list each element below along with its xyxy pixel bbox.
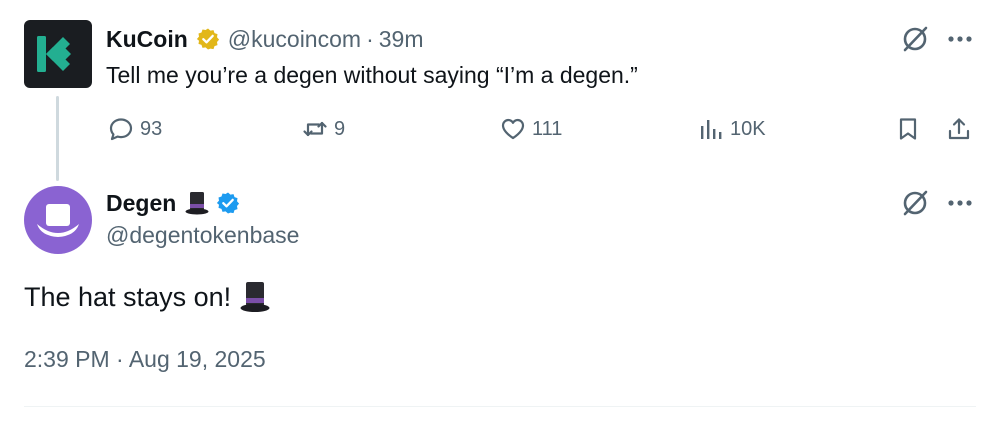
more-icon[interactable] xyxy=(946,24,974,54)
like-count: 111 xyxy=(532,117,563,140)
views-button[interactable]: 10K xyxy=(698,114,766,144)
author-handle[interactable]: @kucoincom xyxy=(228,26,361,53)
author-name[interactable]: Degen xyxy=(106,190,176,217)
gold-verified-badge-icon[interactable] xyxy=(196,27,220,51)
author-handle[interactable]: @degentokenbase xyxy=(106,222,299,249)
degen-hat-icon xyxy=(37,204,79,237)
more-icon[interactable] xyxy=(946,188,974,218)
tweet-text-row: The hat stays on! xyxy=(24,280,271,314)
divider xyxy=(24,406,976,407)
repost-button[interactable]: 9 xyxy=(302,114,345,144)
tweet-time[interactable]: 39m xyxy=(379,26,424,53)
tweet-text: The hat stays on! xyxy=(24,281,232,312)
tweet1-top-right xyxy=(900,24,974,54)
reply-count: 93 xyxy=(140,117,163,140)
tweet1-header: KuCoin @kucoincom · 39m xyxy=(106,24,423,54)
share-button[interactable] xyxy=(946,114,972,144)
bookmark-button[interactable] xyxy=(895,114,921,144)
heart-icon xyxy=(501,118,525,140)
share-icon xyxy=(948,118,970,140)
grok-icon[interactable] xyxy=(900,24,930,54)
repost-icon xyxy=(303,121,327,137)
kucoin-avatar[interactable] xyxy=(24,20,92,88)
tweet-text: Tell me you’re a degen without saying “I… xyxy=(106,62,638,88)
top-hat-emoji-icon xyxy=(185,192,209,215)
bookmark-icon xyxy=(899,118,917,140)
top-hat-emoji-icon xyxy=(240,282,270,312)
like-button[interactable]: 111 xyxy=(500,114,562,144)
tweet-timestamp[interactable]: 2:39 PM · Aug 19, 2025 xyxy=(24,346,266,373)
tweet2-header: Degen xyxy=(106,187,240,219)
author-name[interactable]: KuCoin xyxy=(106,26,188,53)
repost-count: 9 xyxy=(334,117,346,140)
kucoin-logo-icon xyxy=(37,36,71,72)
views-count: 10K xyxy=(730,117,766,140)
analytics-icon xyxy=(701,120,722,139)
separator-dot: · xyxy=(366,25,374,52)
reply-button[interactable]: 93 xyxy=(108,114,162,144)
reply-icon xyxy=(109,118,133,141)
tweet2-top-right xyxy=(900,188,974,218)
degen-avatar[interactable] xyxy=(24,186,92,254)
thread-connector-line xyxy=(56,96,59,181)
grok-icon[interactable] xyxy=(900,188,930,218)
blue-verified-badge-icon[interactable] xyxy=(216,191,240,215)
